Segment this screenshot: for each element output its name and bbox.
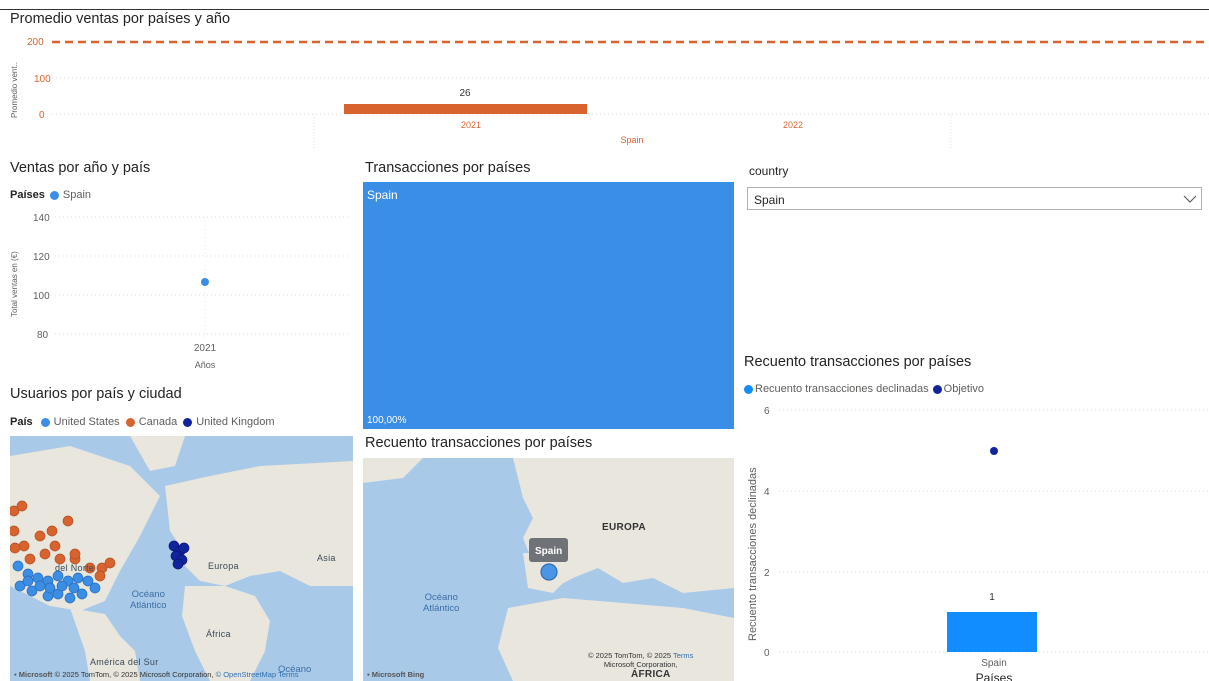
spain-bubble[interactable] xyxy=(540,563,558,581)
recuento-ylabel: Recuento transacciones declinadas xyxy=(747,467,759,641)
recuento-ytick-0: 0 xyxy=(764,648,770,659)
country-filter-label: country xyxy=(749,164,789,178)
usuarios-legend: País United States Canada United Kingdom xyxy=(10,416,275,428)
usuarios-map-land xyxy=(10,436,353,681)
recuento-map-title: Recuento transacciones por países xyxy=(365,435,593,451)
recuento-chart-title: Recuento transacciones por países xyxy=(744,354,972,370)
recuento-ytick-2: 2 xyxy=(764,568,770,579)
top-chart-title: Promedio ventas por países y año xyxy=(10,11,231,27)
legend-uk[interactable]: United Kingdom xyxy=(196,416,274,428)
ventas-point-spain-2021[interactable] xyxy=(201,278,209,286)
x-tick-2022: 2022 xyxy=(783,120,803,130)
map2-label-oceano: Océano Atlántico xyxy=(423,592,460,614)
bar-label: 26 xyxy=(459,88,471,99)
treemap-tile-pct: 100,00% xyxy=(367,415,407,426)
map2-terms-link[interactable]: Terms xyxy=(673,651,693,660)
legend-declinadas[interactable]: Recuento transacciones declinadas xyxy=(755,383,929,395)
legend-objetivo[interactable]: Objetivo xyxy=(944,383,984,395)
tick-0: 0 xyxy=(39,110,45,121)
map2-microsoft-bing-logo: ▪ Microsoft Bing xyxy=(367,670,425,679)
osm-link[interactable]: © OpenStreetMap xyxy=(216,670,277,679)
x-tick-2021: 2021 xyxy=(461,120,481,130)
ventas-chart[interactable]: Total ventas en (€) 140 120 100 80 2021 … xyxy=(0,205,350,380)
recuento-chart-legend: Recuento transacciones declinadas Objeti… xyxy=(744,383,984,395)
recuento-map[interactable]: Spain EUROPA Océano Atlántico ÁFRICA © 20… xyxy=(363,458,734,681)
legend-canada[interactable]: Canada xyxy=(139,416,178,428)
ventas-ytick-140: 140 xyxy=(33,213,50,224)
recuento-chart[interactable]: Recuento transacciones declinadas 6 4 2 … xyxy=(744,401,1209,681)
recuento-xlabel: Países xyxy=(976,671,1013,681)
ventas-ytick-120: 120 xyxy=(33,252,50,263)
microsoft-bing-logo: ▪ Microsoft xyxy=(14,670,53,679)
ventas-legend-spain[interactable]: Spain xyxy=(63,189,91,201)
legend-us[interactable]: United States xyxy=(54,416,120,428)
x-group-spain: Spain xyxy=(620,135,643,145)
country-dropdown-value: Spain xyxy=(754,193,785,207)
chevron-down-icon[interactable] xyxy=(1183,194,1197,204)
legend-dot-declinadas xyxy=(744,384,753,394)
recuento-bar-label: 1 xyxy=(989,592,995,603)
tick-200: 200 xyxy=(27,37,44,48)
map2-label-africa: ÁFRICA xyxy=(631,669,671,680)
terms-link[interactable]: Terms xyxy=(278,670,298,679)
recuento-objetivo-point[interactable] xyxy=(990,447,998,455)
top-chart-ylabel: Promedio vent.. xyxy=(10,62,19,118)
usuarios-map-attribution: ▪ Microsoft © 2025 TomTom, © 2025 Micros… xyxy=(14,670,299,679)
tick-100: 100 xyxy=(34,74,51,85)
usuarios-map[interactable]: del Norte Europa Asia África América del… xyxy=(10,436,353,681)
recuento-ytick-6: 6 xyxy=(764,406,770,417)
ventas-legend-title: Países xyxy=(10,189,45,201)
recuento-bar-spain[interactable] xyxy=(947,612,1037,652)
usuarios-legend-title: País xyxy=(10,416,33,428)
top-chart[interactable]: Promedio vent.. 200 100 0 26 2021 2022 S… xyxy=(0,30,1209,170)
top-border xyxy=(0,9,1209,10)
ventas-title: Ventas por año y país xyxy=(10,160,151,176)
map2-label-europa: EUROPA xyxy=(602,522,646,533)
recuento-xtick-spain: Spain xyxy=(981,658,1007,669)
ventas-xlabel: Años xyxy=(195,360,216,370)
spain-tooltip: Spain xyxy=(529,538,569,562)
legend-dot-uk xyxy=(183,417,193,427)
usuarios-title: Usuarios por país y ciudad xyxy=(10,386,182,402)
bar-2021[interactable] xyxy=(344,104,587,114)
treemap-tile-label: Spain xyxy=(367,188,398,202)
treemap-tile-spain[interactable]: Spain 100,00% xyxy=(363,182,734,429)
map-label-africa: África xyxy=(206,629,231,639)
legend-dot-objetivo xyxy=(932,384,942,394)
legend-dot-canada xyxy=(125,417,135,427)
legend-dot-us xyxy=(40,417,50,427)
ventas-ylabel: Total ventas en (€) xyxy=(10,251,19,317)
ventas-xtick-2021: 2021 xyxy=(194,343,217,354)
recuento-map-land xyxy=(363,458,734,681)
country-dropdown[interactable]: Spain xyxy=(747,187,1202,210)
map-label-sur: América del Sur xyxy=(90,657,159,667)
recuento-map-attribution: © 2025 TomTom, © 2025 Terms Microsoft Co… xyxy=(588,651,694,669)
ventas-legend: Países Spain xyxy=(10,189,91,201)
map-label-europa: Europa xyxy=(208,561,239,571)
legend-dot-spain xyxy=(49,190,59,200)
recuento-ytick-4: 4 xyxy=(764,487,770,498)
ventas-ytick-80: 80 xyxy=(37,330,49,341)
ventas-ytick-100: 100 xyxy=(33,291,50,302)
transacciones-title: Transacciones por países xyxy=(365,160,531,176)
map-label-oceano-atlantico: Océano Atlántico xyxy=(130,589,167,611)
map-label-norte: del Norte xyxy=(55,563,95,573)
map-label-asia: Asia xyxy=(317,553,336,563)
